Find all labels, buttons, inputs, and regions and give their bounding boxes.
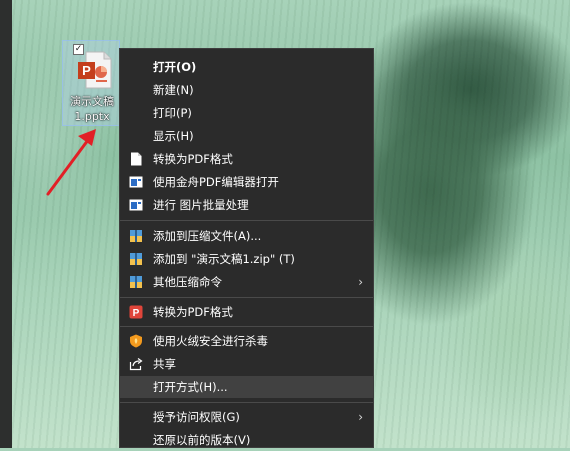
image-batch-icon [129,199,143,211]
menu-item-label: 添加到 "演示文稿1.zip" (T) [153,252,295,266]
archive-icon [130,253,142,265]
menu-item-label: 进行 图片批量处理 [153,198,249,212]
menu-separator [120,297,373,298]
menu-item-other-compress[interactable]: 其他压缩命令 › [120,271,373,293]
menu-item-label: 转换为PDF格式 [153,305,233,319]
menu-item-add-to-zip[interactable]: 添加到 "演示文稿1.zip" (T) [120,248,373,270]
menu-item-label: 其他压缩命令 [153,275,222,289]
menu-item-print[interactable]: 打印(P) [120,102,373,124]
share-icon [129,358,143,371]
menu-item-convert-pdf-2[interactable]: P 转换为PDF格式 [120,301,373,323]
menu-item-show[interactable]: 显示(H) [120,125,373,147]
menu-item-label: 打开方式(H)... [153,380,228,394]
menu-item-label: 新建(N) [153,83,194,97]
menu-item-new[interactable]: 新建(N) [120,79,373,101]
menu-item-label: 打印(P) [153,106,192,120]
document-icon [131,152,142,166]
menu-item-label: 授予访问权限(G) [153,410,240,424]
chevron-right-icon: › [358,410,363,424]
menu-item-open-with[interactable]: 打开方式(H)... [120,376,373,398]
menu-item-label: 使用金舟PDF编辑器打开 [153,175,279,189]
chevron-right-icon: › [358,275,363,289]
menu-item-label: 打开(O) [153,60,197,74]
menu-item-share[interactable]: 共享 [120,353,373,375]
menu-separator [120,402,373,403]
menu-item-label: 转换为PDF格式 [153,152,233,166]
menu-separator [120,220,373,221]
pdf-convert-icon: P [129,305,143,319]
menu-item-add-archive[interactable]: 添加到压缩文件(A)... [120,225,373,247]
menu-item-convert-pdf[interactable]: 转换为PDF格式 [120,148,373,170]
arrow-to-file-icon [46,129,96,196]
context-menu: 打开(O) 新建(N) 打印(P) 显示(H) 转换为PDF格式 使用金舟PDF… [119,48,374,448]
archive-icon [130,230,142,242]
menu-item-label: 使用火绒安全进行杀毒 [153,334,268,348]
menu-item-open-jinzhou-pdf[interactable]: 使用金舟PDF编辑器打开 [120,171,373,193]
svg-text:P: P [133,308,140,319]
menu-item-open[interactable]: 打开(O) [120,56,373,78]
menu-item-label: 显示(H) [153,129,194,143]
pdf-editor-icon [129,176,143,188]
menu-item-grant-access[interactable]: 授予访问权限(G) › [120,406,373,428]
menu-separator [120,326,373,327]
menu-item-huorong-scan[interactable]: 使用火绒安全进行杀毒 [120,330,373,352]
shield-icon [130,334,142,348]
menu-item-label: 共享 [153,357,176,371]
menu-item-batch-image[interactable]: 进行 图片批量处理 [120,194,373,216]
archive-icon [130,276,142,288]
menu-item-label: 添加到压缩文件(A)... [153,229,262,243]
